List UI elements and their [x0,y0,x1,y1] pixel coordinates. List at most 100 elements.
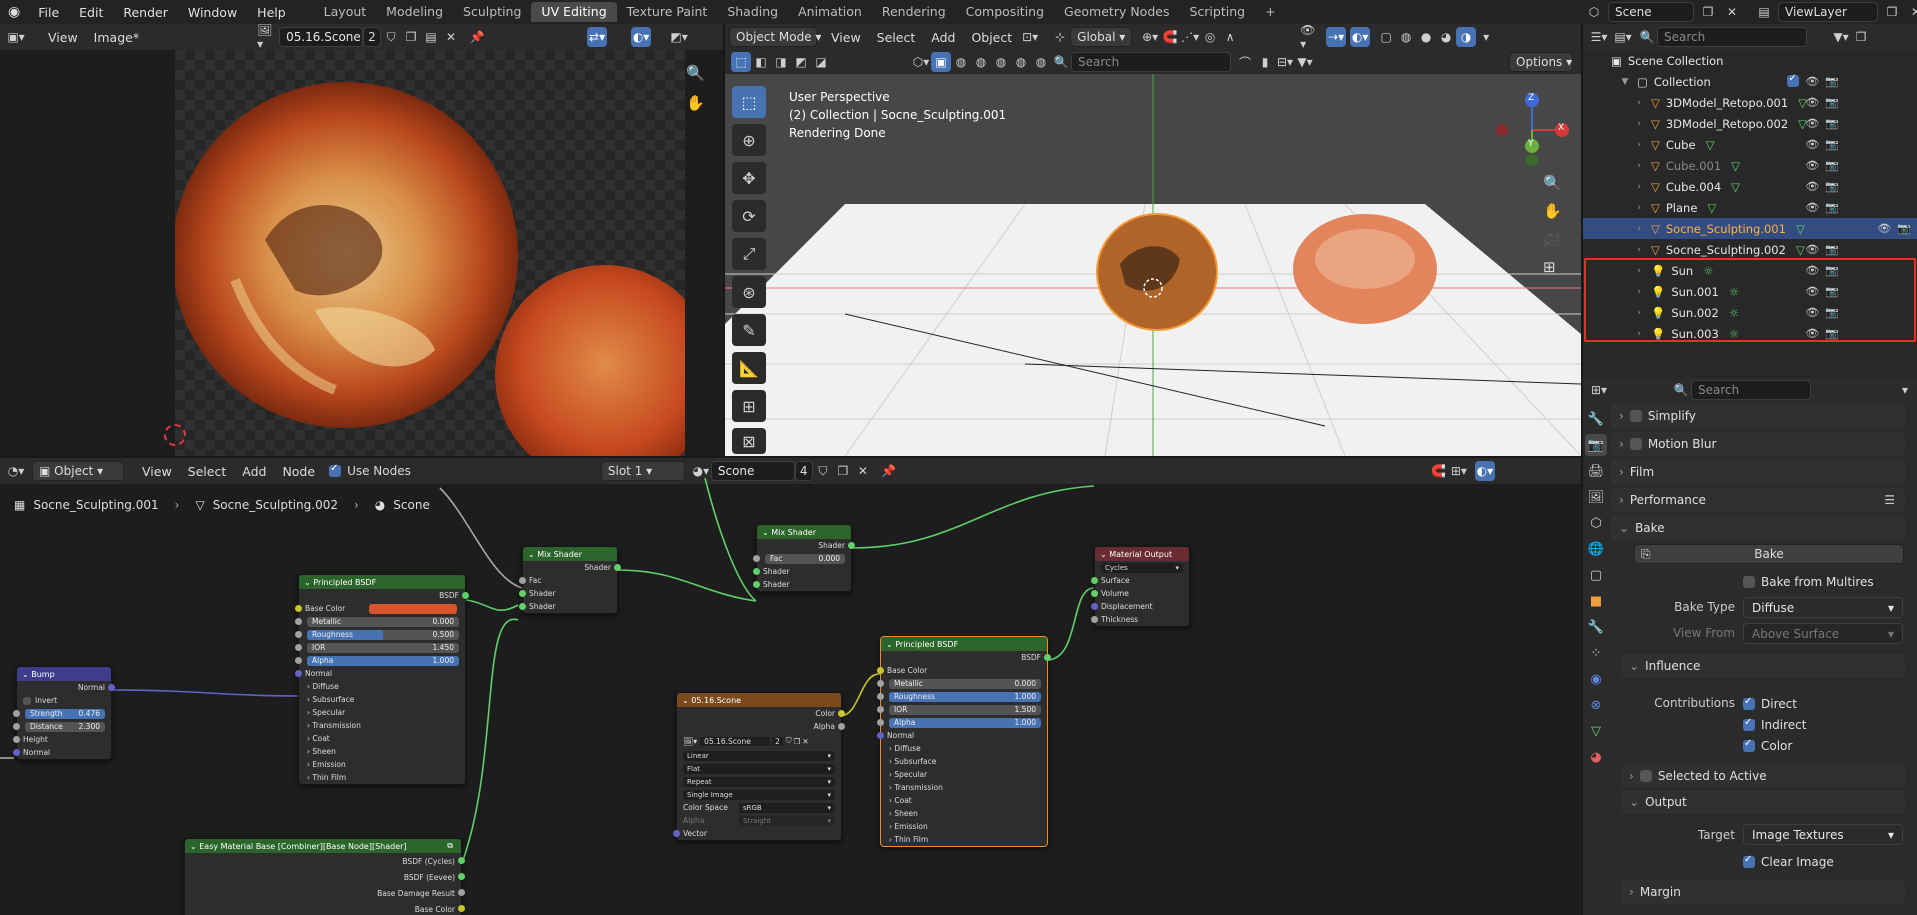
tab-scripting[interactable]: Scripting [1179,2,1255,22]
selected-to-active-panel[interactable]: › Selected to Active [1621,764,1905,788]
shading-solid-icon[interactable]: ● [1416,27,1436,47]
pbsdf1-sheen-panel[interactable]: › Sheen [299,745,465,758]
camera-icon[interactable]: 📷 [1825,180,1839,193]
node-image-texture[interactable]: ⌄ 05.16.Scone Color Alpha 🖼▾ 05.16.Scone 2… [673,692,845,841]
selected-to-active-checkbox[interactable] [1639,770,1652,782]
falloff-icon[interactable]: ∧ [1220,27,1240,47]
outliner-type-icon[interactable]: ☰▾ [1589,27,1609,47]
node-mix-shader-2[interactable]: ⌄ Mix Shader Shader Fac 0.000 Shader Shad… [753,524,855,592]
pbsdf2-roughness-field[interactable]: Roughness 1.000 [889,691,1041,702]
visibility-icon[interactable]: 👁▾ [1300,23,1320,51]
image-alpha-mode-dropdown[interactable]: Straight ▾ [739,815,835,826]
filter-mesh-icon[interactable]: ▣ [931,52,951,72]
expand-arrow-icon[interactable]: › [1633,140,1645,150]
pbsdf1-bsdf-out-socket[interactable] [462,592,469,599]
shading-options-icon[interactable]: ▾ [1476,27,1496,47]
image-node-unlink-icon[interactable]: ✕ [802,737,808,746]
outliner-search-input[interactable]: Search [1657,27,1807,47]
eye-icon[interactable]: 👁 [1805,180,1819,193]
orientation-dropdown[interactable]: Global ▾ [1070,27,1133,47]
cursor-tool-icon[interactable]: ⊕ [732,124,766,156]
bookmark-icon[interactable]: ⌒ [1235,52,1255,72]
tab-uv-editing[interactable]: UV Editing [531,2,617,22]
motion-blur-panel[interactable]: › Motion Blur [1611,432,1905,456]
outliner-item[interactable]: › ▽ Socne_Sculpting.001 ▽ 👁 📷 [1583,218,1917,239]
image-browse-node-icon[interactable]: 🖼▾ [683,737,697,746]
select-invert-icon[interactable]: ◩ [791,52,811,72]
2d-cursor-icon[interactable] [164,424,186,446]
vp-menu-object[interactable]: Object [963,30,1020,45]
view-layer-field[interactable]: ViewLayer [1778,2,1878,22]
mix2-shader-b-socket[interactable] [753,581,760,588]
bake-panel[interactable]: ⌄ Bake [1611,516,1905,540]
mesh-data-icon[interactable]: ▽ [1707,201,1716,215]
shading-material-icon[interactable]: ◕ [1436,27,1456,47]
node-group-icon[interactable]: ⧉ [447,841,453,851]
pbsdf2-base-color-socket[interactable] [877,667,884,674]
pan-hand-icon[interactable]: ✋ [686,94,705,112]
pbsdf2-diffuse-panel[interactable]: › Diffuse [881,742,1047,755]
ortho-toggle-icon[interactable]: ⊞ [1543,258,1562,276]
delete-scene-icon[interactable]: ✕ [1722,2,1742,22]
modifier-tab-icon[interactable]: 🔧 [1585,616,1607,638]
scene-tab-icon[interactable]: ⬡ [1585,512,1607,534]
vp-menu-select[interactable]: Select [869,30,924,45]
collection-row[interactable]: ▼ ▢ Collection 👁📷 [1583,71,1845,92]
mix2-shader-a-socket[interactable] [753,568,760,575]
image-browse-icon[interactable]: 🖼▾ [257,23,277,51]
pbsdf1-coat-panel[interactable]: › Coat [299,732,465,745]
mesh-data-icon[interactable]: ▽ [1706,138,1715,152]
new-scene-icon[interactable]: ❐ [1698,2,1718,22]
node-easy-header[interactable]: ⌄ Easy Material Base [Combiner][Base Nod… [185,839,461,853]
mix2-fac-field[interactable]: Fac 0.000 [765,553,845,564]
scale-tool-icon[interactable]: ⤢ [732,238,766,270]
overlay-toggle-icon[interactable]: ◐▾ [1350,27,1371,47]
matout-thickness-socket[interactable] [1091,616,1098,623]
pbsdf2-alpha-field[interactable]: Alpha 1.000 [889,717,1041,728]
expand-arrow-icon[interactable]: › [1633,161,1645,171]
motion-blur-checkbox[interactable] [1629,438,1642,450]
node-bump-header[interactable]: ⌄ Bump [17,667,111,681]
tab-geometry-nodes[interactable]: Geometry Nodes [1054,2,1179,22]
snap-target-icon[interactable]: ⋰▾ [1180,27,1200,47]
outliner-item[interactable]: › ▽ Cube ▽ 👁 📷 [1583,134,1845,155]
bump-invert-checkbox[interactable] [23,696,31,705]
bookmark-add-icon[interactable]: ▮ [1255,52,1275,72]
easy-base-damage-socket[interactable] [458,889,465,896]
pbsdf2-bsdf-out-socket[interactable] [1044,654,1051,661]
pbsdf1-diffuse-panel[interactable]: › Diffuse [299,680,465,693]
performance-panel[interactable]: › Performance ☰ [1611,488,1905,512]
pbsdf2-subsurface-panel[interactable]: › Subsurface [881,755,1047,768]
rotate-tool-icon[interactable]: ⟳ [732,200,766,232]
pbsdf1-alpha-field[interactable]: Alpha 1.000 [307,655,459,666]
tab-compositing[interactable]: Compositing [956,2,1054,22]
viewport-search-input[interactable]: Search [1071,52,1231,72]
pbsdf1-specular-panel[interactable]: › Specular [299,706,465,719]
extra-tool-icon[interactable]: ⊠ [732,428,766,454]
navigation-gizmo[interactable]: Z X Y [1490,88,1574,172]
pbsdf1-metallic-field[interactable]: Metallic 0.000 [307,616,459,627]
snap-icon[interactable]: 🧲 [1160,27,1180,47]
fake-user-icon[interactable]: ⛉ [381,27,401,47]
duplicate-image-icon[interactable]: ❐ [401,27,421,47]
pbsdf2-specular-panel[interactable]: › Specular [881,768,1047,781]
eye-icon[interactable]: 👁 [1805,75,1819,88]
mix1-shader-a-socket[interactable] [519,590,526,597]
node-material-output[interactable]: ⌄ Material Output Cycles ▾ Surface Volume… [1091,546,1190,627]
outliner-item[interactable]: › ▽ Socne_Sculpting.002 ▽ 👁 📷 [1583,239,1845,260]
transform-tool-icon[interactable]: ⊛ [732,276,766,308]
eye-icon[interactable]: 👁 [1805,138,1819,151]
properties-search-input[interactable]: Search [1691,380,1811,400]
display-channels-icon[interactable]: ◩▾ [669,27,689,47]
pin-icon[interactable]: 📌 [467,27,487,47]
menu-edit[interactable]: Edit [69,0,113,24]
clear-image-row[interactable]: Clear Image [1743,850,1917,874]
select-box-mode-icon[interactable]: ⬚ [731,52,751,72]
select-subtract-icon[interactable]: ◨ [771,52,791,72]
output-panel[interactable]: ⌄ Output [1621,790,1905,814]
menu-file[interactable]: File [28,0,69,24]
constraints-tab-icon[interactable]: ⊗ [1585,694,1607,716]
pbsdf1-subsurface-panel[interactable]: › Subsurface [299,693,465,706]
pbsdf1-transmission-panel[interactable]: › Transmission [299,719,465,732]
node-principled-bsdf-2[interactable]: ⌄ Principled BSDF BSDF Base Color Metall… [877,636,1051,847]
